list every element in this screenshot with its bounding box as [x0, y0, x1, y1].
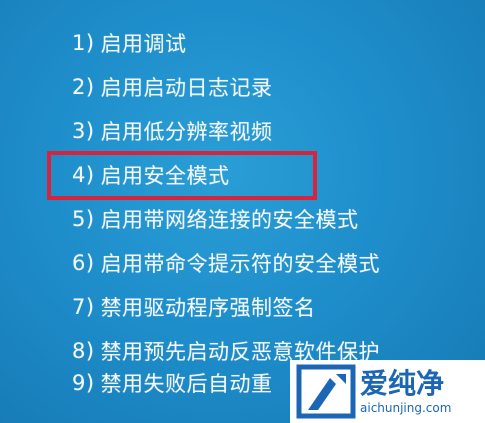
option-number: 9): [72, 371, 95, 395]
option-number: 8): [72, 339, 95, 363]
option-disable-driver-signature-enforcement[interactable]: 7) 禁用驱动程序强制签名: [72, 288, 316, 326]
watermark-logo-icon: [296, 364, 356, 419]
option-number: 6): [72, 251, 95, 275]
option-number: 5): [72, 207, 95, 231]
option-number: 1): [72, 31, 95, 55]
option-label: 启用启动日志记录: [100, 76, 273, 100]
option-enable-safe-mode-networking[interactable]: 5) 启用带网络连接的安全模式: [72, 200, 359, 238]
option-enable-debugging[interactable]: 1) 启用调试: [72, 24, 187, 62]
option-label: 启用调试: [100, 32, 187, 56]
option-label: 启用带网络连接的安全模式: [100, 208, 359, 232]
option-number: 2): [72, 75, 95, 99]
option-label: 禁用失败后自动重: [100, 372, 273, 396]
option-enable-safe-mode-command-prompt[interactable]: 6) 启用带命令提示符的安全模式: [72, 244, 380, 282]
watermark-name: 爱纯净: [360, 366, 445, 400]
highlight-box: [47, 151, 317, 200]
option-label: 启用低分辨率视频: [100, 120, 273, 144]
watermark: 爱纯净 aichunjing.com: [290, 360, 485, 423]
option-enable-boot-logging[interactable]: 2) 启用启动日志记录: [72, 68, 273, 106]
watermark-url: aichunjing.com: [360, 400, 452, 415]
option-disable-auto-restart[interactable]: 9) 禁用失败后自动重: [72, 364, 273, 402]
option-label: 禁用驱动程序强制签名: [100, 296, 316, 320]
option-enable-low-resolution-video[interactable]: 3) 启用低分辨率视频: [72, 112, 273, 150]
option-label: 启用带命令提示符的安全模式: [100, 252, 381, 276]
watermark-text: 爱纯净 aichunjing.com: [360, 366, 452, 416]
option-number: 3): [72, 119, 95, 143]
option-number: 7): [72, 295, 95, 319]
